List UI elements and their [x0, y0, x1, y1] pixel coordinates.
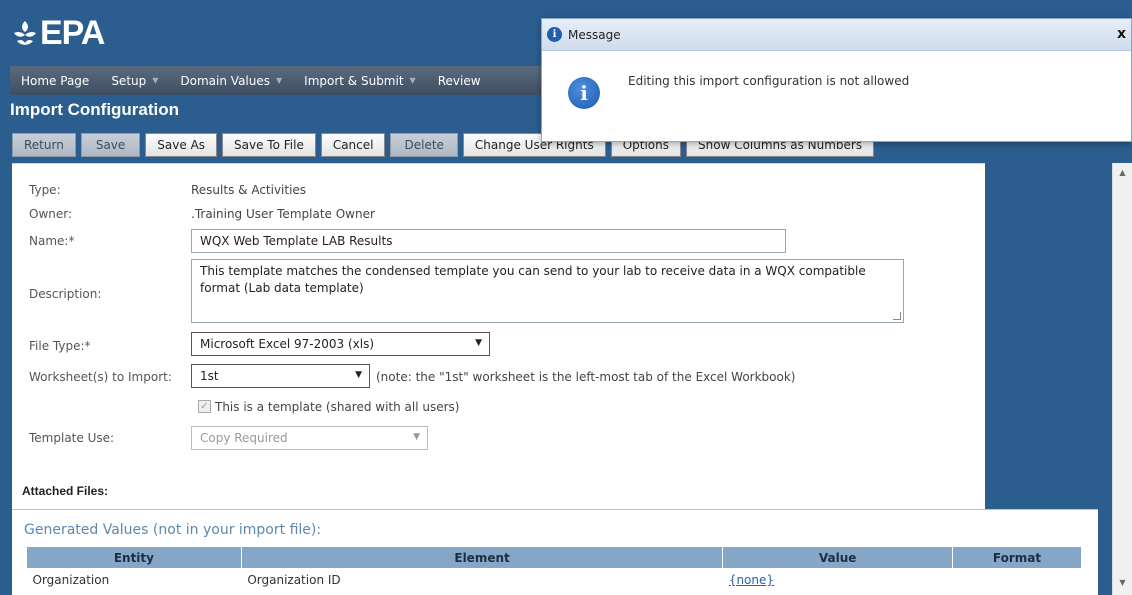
scroll-down-icon[interactable]: ▼	[1113, 575, 1132, 591]
close-icon[interactable]: x	[1117, 26, 1126, 42]
vertical-scrollbar[interactable]: ▲ ▼	[1112, 163, 1132, 595]
file-type-value: Microsoft Excel 97-2003 (xls)	[200, 337, 375, 351]
type-value: Results & Activities	[191, 183, 307, 197]
logo-text: EPA	[40, 14, 105, 52]
value-link[interactable]: {none}	[729, 573, 774, 587]
owner-value: .Training User Template Owner	[191, 207, 375, 221]
nav-label: Import & Submit	[304, 73, 404, 88]
description-text: This template matches the condensed temp…	[200, 264, 866, 295]
nav-label: Domain Values	[180, 73, 270, 88]
worksheet-label: Worksheet(s) to Import:	[29, 370, 172, 384]
worksheet-note: (note: the "1st" worksheet is the left-m…	[376, 370, 796, 384]
table-header-row: Entity Element Value Format	[26, 546, 1082, 569]
table-row: Organization Organization ID {none}	[27, 569, 1082, 591]
nav-label: Setup	[111, 73, 147, 88]
name-label: Name:*	[29, 234, 75, 248]
nav-import-submit[interactable]: Import & Submit ▼	[293, 74, 427, 88]
owner-label: Owner:	[29, 207, 73, 221]
nav-label: Home Page	[21, 73, 90, 88]
cell-element: Organization ID	[247, 572, 341, 587]
description-label: Description:	[29, 287, 102, 301]
scroll-up-icon[interactable]: ▲	[1113, 165, 1132, 181]
cell-entity: Organization	[32, 572, 110, 587]
template-use-value: Copy Required	[200, 431, 288, 445]
dropdown-arrow-icon: ▼	[355, 370, 362, 380]
column-header-format[interactable]: Format	[952, 546, 1082, 569]
generated-values-title: Generated Values (not in your import fil…	[24, 522, 322, 538]
nav-label: Review	[437, 73, 481, 88]
save-button[interactable]: Save	[80, 133, 141, 157]
config-form-panel: Type: Results & Activities Owner: .Train…	[12, 163, 1098, 595]
save-as-button[interactable]: Save As	[145, 133, 218, 157]
nav-home-page[interactable]: Home Page	[10, 74, 100, 88]
column-header-entity[interactable]: Entity	[26, 546, 242, 569]
dropdown-arrow-icon: ▼	[413, 432, 420, 442]
template-use-label: Template Use:	[29, 431, 115, 445]
template-use-select[interactable]: Copy Required ▼	[191, 426, 428, 450]
cell-format	[953, 569, 1082, 591]
dialog-message: Editing this import configuration is not…	[628, 74, 910, 88]
info-icon: i	[568, 77, 600, 109]
info-icon: i	[547, 27, 562, 42]
caret-down-icon: ▼	[409, 76, 416, 85]
template-checkbox-label: This is a template (shared with all user…	[215, 400, 460, 414]
caret-down-icon: ▼	[276, 76, 283, 85]
epa-logo-flower-icon	[14, 20, 36, 45]
dropdown-arrow-icon: ▼	[475, 338, 482, 348]
type-label: Type:	[29, 183, 61, 197]
nav-review[interactable]: Review	[427, 74, 492, 88]
epa-logo[interactable]: EPA	[12, 14, 105, 53]
return-button[interactable]: Return	[12, 133, 76, 157]
cell-value: {none}	[723, 569, 953, 591]
file-type-select[interactable]: Microsoft Excel 97-2003 (xls) ▼	[191, 332, 490, 356]
dialog-title: Message	[568, 27, 621, 42]
generated-values-table: Entity Element Value Format Organization…	[26, 546, 1082, 591]
nav-setup[interactable]: Setup ▼	[100, 74, 169, 88]
dialog-titlebar[interactable]: i Message x	[542, 19, 1131, 51]
template-checkbox[interactable]: ✓	[198, 400, 211, 413]
main-nav: Home Page Setup ▼ Domain Values ▼ Import…	[10, 66, 550, 95]
worksheet-value: 1st	[200, 369, 219, 383]
description-textarea[interactable]: This template matches the condensed temp…	[191, 259, 904, 323]
page-title: Import Configuration	[10, 100, 180, 119]
column-header-value[interactable]: Value	[722, 546, 954, 569]
generated-values-section: Generated Values (not in your import fil…	[12, 509, 1098, 595]
column-header-element[interactable]: Element	[240, 546, 724, 569]
file-type-label: File Type:*	[29, 339, 91, 353]
name-input[interactable]: WQX Web Template LAB Results	[191, 229, 786, 253]
attached-files-heading: Attached Files:	[22, 484, 109, 498]
delete-button[interactable]: Delete	[390, 133, 458, 157]
resize-grip-icon[interactable]	[893, 312, 901, 320]
caret-down-icon: ▼	[152, 76, 159, 85]
save-to-file-button[interactable]: Save To File	[222, 133, 316, 157]
worksheet-select[interactable]: 1st ▼	[191, 364, 370, 388]
cancel-button[interactable]: Cancel	[320, 133, 386, 157]
message-dialog: i Message x i Editing this import config…	[541, 18, 1132, 142]
nav-domain-values[interactable]: Domain Values ▼	[169, 74, 293, 88]
